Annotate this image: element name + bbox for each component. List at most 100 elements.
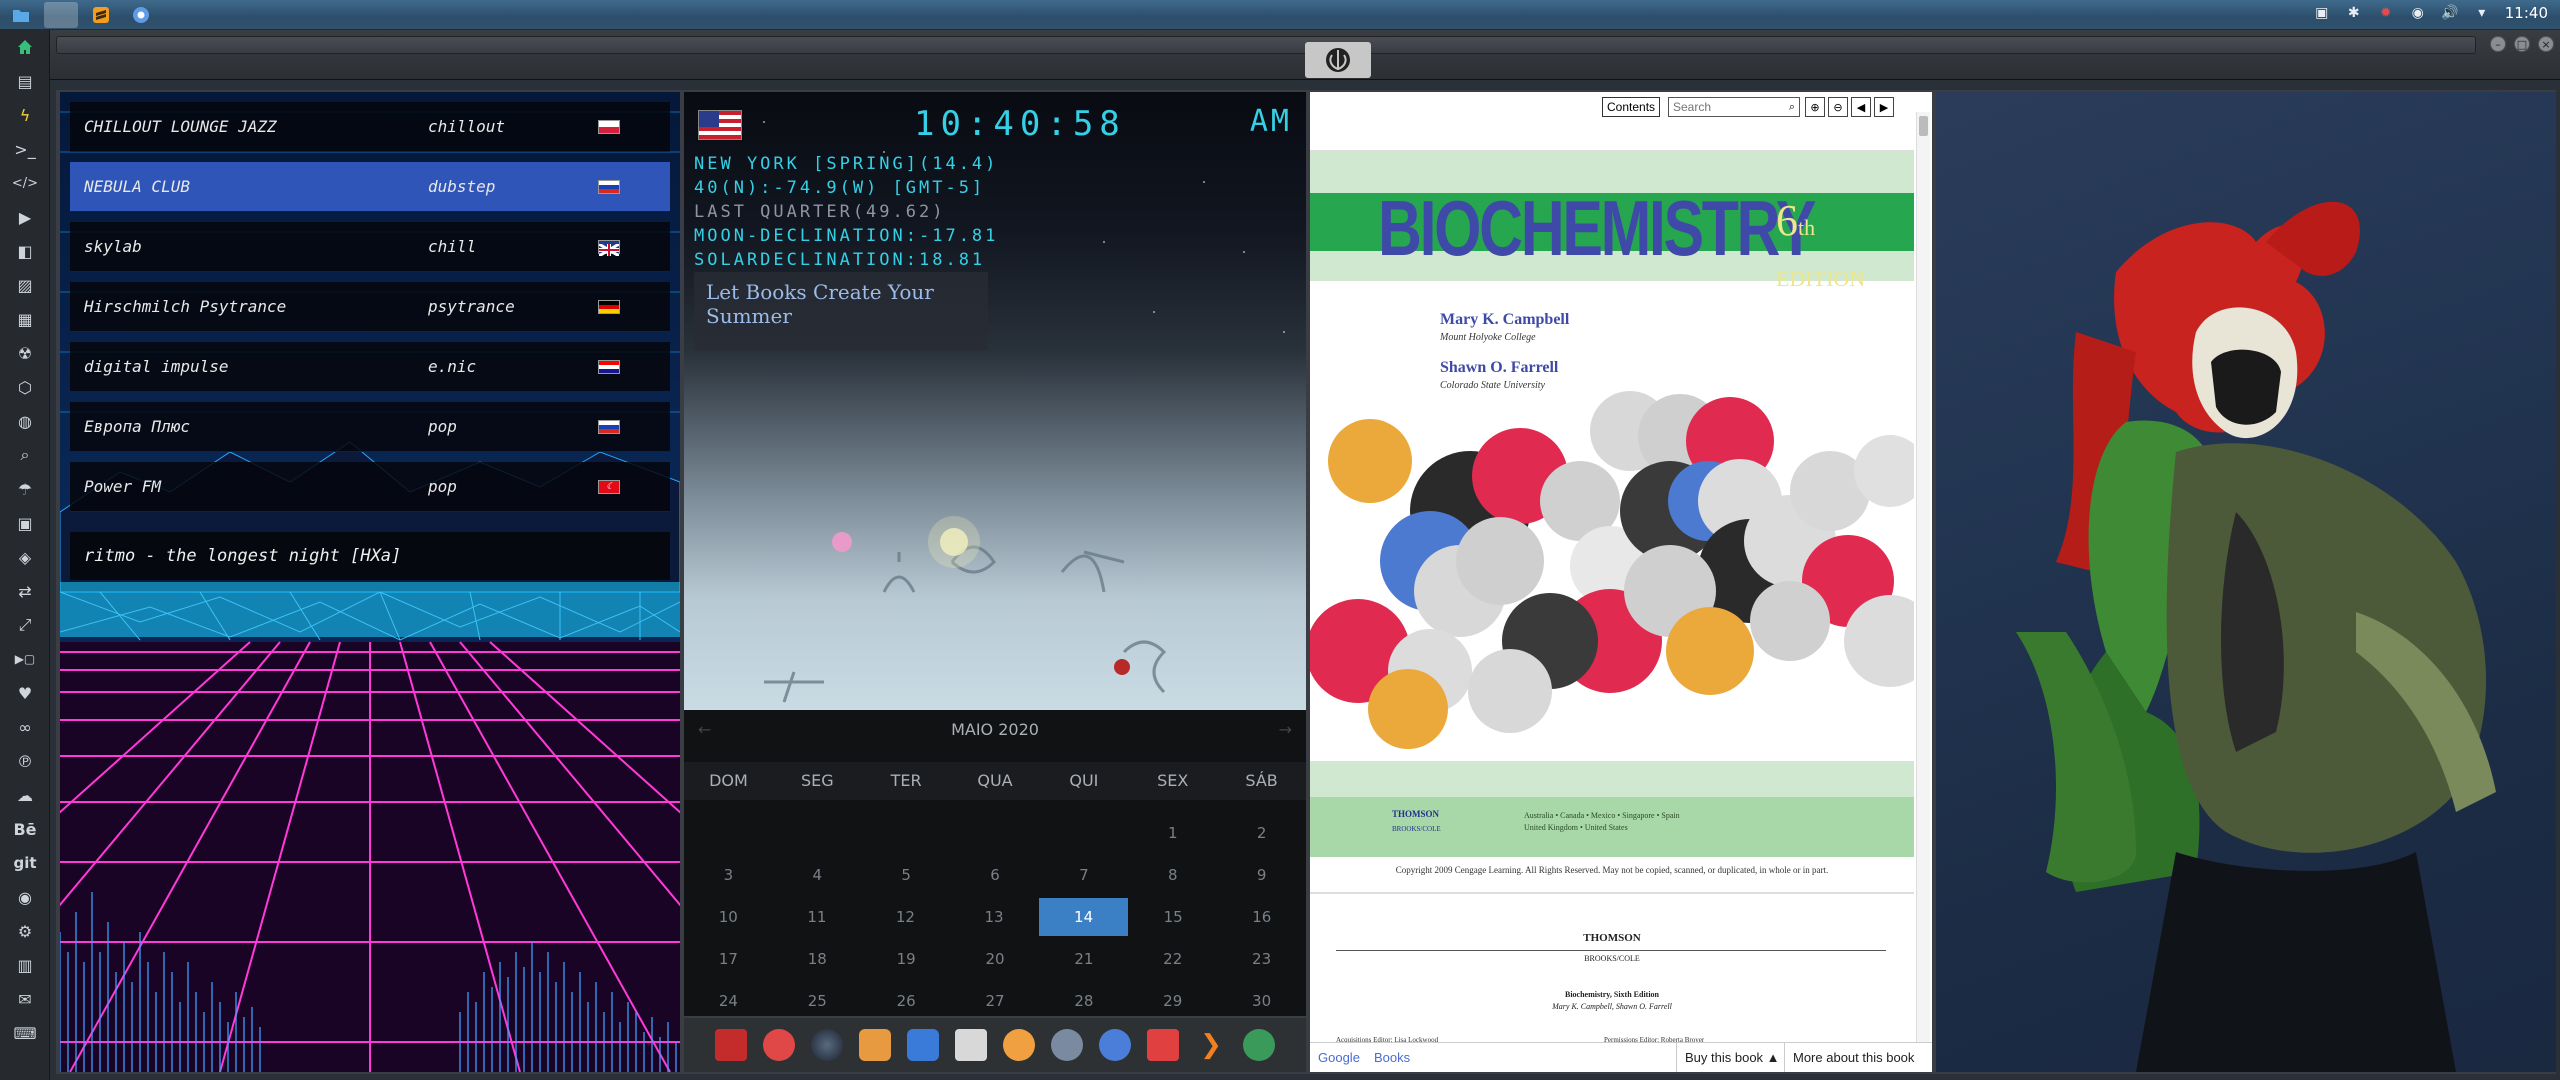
home-icon[interactable] [0,30,50,64]
calendar-day[interactable]: 18 [773,938,862,980]
calendar-day[interactable]: 26 [862,980,951,1022]
calendar-day[interactable]: 2 [1217,812,1306,854]
web-app-icon[interactable] [1099,1029,1131,1061]
station-row[interactable]: Европа Плюс pop [70,402,670,452]
buy-book-button[interactable]: Buy this book ▲ [1676,1043,1788,1072]
calendar-day[interactable]: 8 [1128,854,1217,896]
sublime-icon[interactable] [84,2,118,28]
play-icon[interactable]: ▶ [0,200,50,234]
book-search-input[interactable] [1668,97,1800,117]
station-row[interactable]: CHILLOUT LOUNGE JAZZ chillout [70,102,670,152]
address-bar[interactable] [56,36,2476,54]
volume-icon[interactable]: 🔊 [2441,4,2459,22]
calendar-day[interactable]: 12 [861,896,950,938]
gears-icon[interactable]: ⚙ [0,914,50,948]
calendar-day[interactable]: 11 [773,896,862,938]
calendar-day[interactable]: 22 [1128,938,1217,980]
chevron-down-icon[interactable]: ▾ [2473,4,2491,22]
station-row-selected[interactable]: NEBULA CLUB dubstep [70,162,670,212]
calendar-day[interactable]: 29 [1128,980,1217,1022]
active-window-button[interactable] [44,2,78,28]
google-logo[interactable]: Google [1318,1050,1360,1065]
search-app-icon[interactable] [1003,1029,1035,1061]
calendar-day[interactable]: 10 [684,896,773,938]
calendar-day-today[interactable]: 14 [1039,898,1128,936]
calendar-day[interactable]: 19 [862,938,951,980]
calendar-day[interactable]: 30 [1217,980,1306,1022]
youtube-icon[interactable]: ▶▢ [0,642,50,676]
screen-icon[interactable]: ▣ [2313,4,2331,22]
umbrella-icon[interactable]: ☂ [0,472,50,506]
translate-app-icon[interactable] [907,1029,939,1061]
globe-app-icon[interactable] [811,1029,843,1061]
calendar-day[interactable]: 6 [951,854,1040,896]
contents-button[interactable]: Contents [1602,97,1661,117]
calendar-app-icon[interactable] [1147,1029,1179,1061]
minimize-button[interactable]: – [2490,36,2506,52]
prev-page-icon[interactable]: ◀ [1851,97,1871,117]
document-icon[interactable]: ▤ [0,64,50,98]
calendar-day[interactable]: 1 [1128,812,1217,854]
terminal-icon[interactable]: >_ [0,132,50,166]
map-icon[interactable]: ▥ [0,948,50,982]
expand-icon[interactable]: ⤢ [0,608,50,642]
news-icon[interactable]: ▦ [0,302,50,336]
scrollbar-thumb[interactable] [1919,116,1928,136]
hourglass-app-icon[interactable] [763,1029,795,1061]
mail-icon[interactable]: ✉ [0,982,50,1016]
git-icon[interactable]: git [0,846,50,880]
zoom-out-icon[interactable]: ⊖ [1828,97,1848,117]
calendar-day[interactable]: 16 [1217,896,1306,938]
zoom-in-icon[interactable]: ⊕ [1805,97,1825,117]
bolt-icon[interactable]: ϟ [0,98,50,132]
files-icon[interactable] [4,2,38,28]
behance-icon[interactable]: Bē [0,812,50,846]
chrome-icon[interactable] [124,2,158,28]
browser-app-icon[interactable] [955,1029,987,1061]
infinity-icon[interactable]: ∞ [0,710,50,744]
search-icon[interactable]: ⌕ [1782,97,1802,117]
next-page-icon[interactable]: ▶ [1874,97,1894,117]
alert-icon[interactable]: ✹ [2377,4,2395,22]
calendar-day[interactable]: 7 [1039,854,1128,896]
taskbar-clock[interactable]: 11:40 [2505,4,2548,22]
bluetooth-icon[interactable]: ✱ [2345,4,2363,22]
exchange-icon[interactable]: ⇄ [0,574,50,608]
calendar-day[interactable]: 23 [1217,938,1306,980]
photos-app-icon[interactable] [859,1029,891,1061]
radiation-icon[interactable]: ☢ [0,336,50,370]
book-scrollbar[interactable] [1916,112,1930,1042]
station-row[interactable]: Hirschmilch Psytrance psytrance [70,282,670,332]
rocket-app-icon[interactable] [715,1029,747,1061]
code-icon[interactable]: </> [0,166,50,200]
books-link[interactable]: Books [1374,1050,1410,1065]
yandex-app-icon[interactable] [1243,1029,1275,1061]
keyboard-icon[interactable]: ⌨ [0,1016,50,1050]
calendar-day[interactable]: 27 [951,980,1040,1022]
heart-icon[interactable]: ♥ [0,676,50,710]
station-row[interactable]: digital impulse e.nic [70,342,670,392]
calendar-day[interactable]: 24 [684,980,773,1022]
wifi-icon[interactable]: ◉ [2409,4,2427,22]
station-row[interactable]: Power FM pop ☾ [70,462,670,512]
globe-icon[interactable]: ◍ [0,404,50,438]
cloud-icon[interactable]: ☁ [0,778,50,812]
calendar-day[interactable]: 13 [950,896,1039,938]
maximize-button[interactable]: □ [2514,36,2530,52]
github-icon[interactable]: ◉ [0,880,50,914]
ticket-icon[interactable]: ◈ [0,540,50,574]
calendar-day[interactable]: 9 [1217,854,1306,896]
arrow-app-icon[interactable]: ❯ [1195,1029,1227,1061]
calendar-day[interactable]: 5 [862,854,951,896]
rebel-alliance-icon[interactable] [1305,42,1371,78]
image-icon[interactable]: ▨ [0,268,50,302]
calendar-day[interactable]: 3 [684,854,773,896]
calendar-day[interactable]: 25 [773,980,862,1022]
calendar-day[interactable]: 20 [951,938,1040,980]
calendar-day[interactable]: 4 [773,854,862,896]
station-row[interactable]: skylab chill [70,222,670,272]
calendar-day[interactable]: 17 [684,938,773,980]
search-icon[interactable]: ⌕ [0,438,50,472]
contact-icon[interactable]: ▣ [0,506,50,540]
box-icon[interactable]: ⬡ [0,370,50,404]
